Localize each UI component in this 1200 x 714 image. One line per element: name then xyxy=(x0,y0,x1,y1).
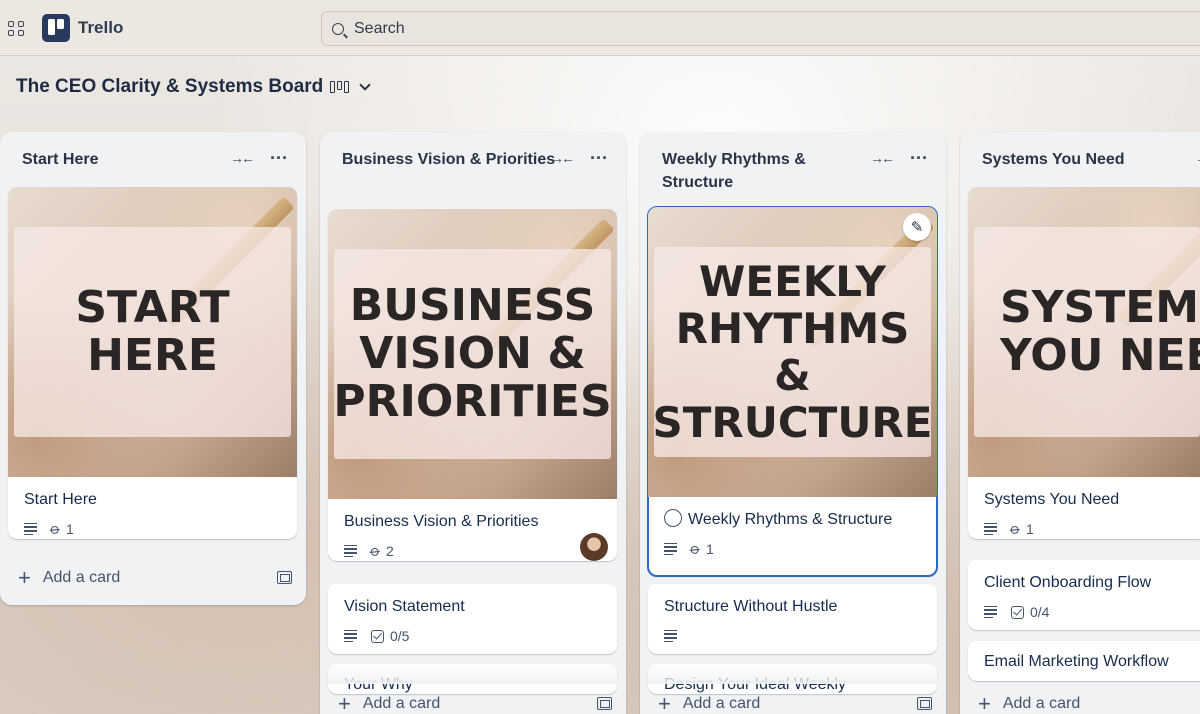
chevron-down-icon xyxy=(359,78,371,91)
cover-text: WEEKLY RHYTHMS & STRUCTURE xyxy=(652,257,933,447)
card-systems-you-need[interactable]: SYSTEMS YOU NEED Systems You Need ⌀1 xyxy=(968,187,1200,539)
card-cover-image: START HERE xyxy=(8,187,297,477)
edit-card-icon[interactable]: ✎ xyxy=(903,213,931,241)
description-icon xyxy=(664,629,677,643)
attachment-icon: ⌀ xyxy=(46,519,65,539)
plus-icon: + xyxy=(658,691,671,714)
card-business-vision[interactable]: BUSINESS VISION & PRIORITIES Business Vi… xyxy=(328,209,617,561)
description-icon xyxy=(984,522,997,536)
card-structure-without-hustle[interactable]: Structure Without Hustle xyxy=(648,584,937,654)
description-icon xyxy=(344,629,357,643)
attachment-count: 1 xyxy=(66,521,74,537)
search-placeholder: Search xyxy=(354,19,405,37)
card-title: Weekly Rhythms & Structure xyxy=(664,509,921,531)
trello-logo[interactable]: Trello xyxy=(42,14,123,42)
add-card-label: Add a card xyxy=(682,695,761,712)
attachment-count: 2 xyxy=(386,543,394,559)
collapse-list-icon[interactable]: → xyxy=(1195,150,1200,166)
cover-text: SYSTEMS YOU NEED xyxy=(1000,282,1200,381)
add-card-button[interactable]: + Add a card xyxy=(648,688,938,714)
list-weekly-rhythms: Weekly Rhythms & Structure →← ··· WEEKLY… xyxy=(640,132,946,714)
card-start-here[interactable]: START HERE Start Here ⌀ 1 xyxy=(8,187,297,539)
card-client-onboarding[interactable]: Client Onboarding Flow 0/4 xyxy=(968,560,1200,630)
create-from-template-icon[interactable] xyxy=(277,571,292,584)
card-cover-image: WEEKLY RHYTHMS & STRUCTURE ✎ xyxy=(648,207,937,497)
search-icon xyxy=(332,22,344,35)
attachment-icon: ⌀ xyxy=(686,539,705,559)
card-title-text: Weekly Rhythms & Structure xyxy=(688,511,893,528)
attachment-count: 1 xyxy=(706,541,714,557)
card-title: Systems You Need xyxy=(984,491,1120,508)
attachment-icon: ⌀ xyxy=(1006,519,1025,539)
card-title: Email Marketing Workflow xyxy=(984,653,1169,670)
plus-icon: + xyxy=(338,691,351,714)
list-menu-icon[interactable]: ··· xyxy=(590,149,608,167)
add-card-label: Add a card xyxy=(42,569,121,586)
complete-toggle-icon[interactable] xyxy=(664,509,682,527)
create-from-template-icon[interactable] xyxy=(597,697,612,710)
create-from-template-icon[interactable] xyxy=(917,697,932,710)
description-icon xyxy=(984,605,997,619)
list-title[interactable]: Systems You Need xyxy=(960,132,1200,171)
list-systems-you-need: Systems You Need → SYSTEMS YOU NEED Syst… xyxy=(960,132,1200,714)
add-card-button[interactable]: + Add a card xyxy=(968,688,1200,714)
card-title: Business Vision & Priorities xyxy=(344,513,539,530)
trello-logo-icon xyxy=(42,14,70,42)
card-cover-image: BUSINESS VISION & PRIORITIES xyxy=(328,209,617,499)
add-card-label: Add a card xyxy=(1002,695,1081,712)
attachment-count: 1 xyxy=(1026,521,1034,537)
attachment-icon: ⌀ xyxy=(366,541,385,561)
card-weekly-rhythms[interactable]: WEEKLY RHYTHMS & STRUCTURE ✎ Weekly Rhyt… xyxy=(647,206,938,577)
card-email-marketing[interactable]: Email Marketing Workflow xyxy=(968,641,1200,681)
card-vision-statement[interactable]: Vision Statement 0/5 xyxy=(328,584,617,654)
checklist-count: 0/5 xyxy=(390,628,410,644)
cover-text: BUSINESS VISION & PRIORITIES xyxy=(333,280,612,427)
collapse-list-icon[interactable]: →← xyxy=(230,150,255,166)
plus-icon: + xyxy=(978,691,991,714)
card-title: Vision Statement xyxy=(344,598,465,615)
checklist-count: 0/4 xyxy=(1030,604,1050,620)
search-input[interactable]: Search xyxy=(321,11,1200,46)
board-view-switcher[interactable] xyxy=(330,76,371,98)
board-view-icon xyxy=(330,81,349,93)
list-start-here: Start Here →← ··· START HERE Start Here … xyxy=(0,132,306,605)
list-menu-icon[interactable]: ··· xyxy=(270,149,288,167)
cover-text: START HERE xyxy=(75,282,230,381)
card-title: Structure Without Hustle xyxy=(664,598,838,615)
add-card-button[interactable]: + Add a card xyxy=(328,688,618,714)
description-icon xyxy=(664,542,677,556)
add-card-button[interactable]: + Add a card xyxy=(8,562,298,594)
description-icon xyxy=(344,544,357,558)
plus-icon: + xyxy=(18,565,31,590)
member-avatar[interactable] xyxy=(580,533,608,561)
app-name: Trello xyxy=(78,18,124,37)
board-title[interactable]: The CEO Clarity & Systems Board xyxy=(16,76,323,98)
card-title: Client Onboarding Flow xyxy=(984,574,1152,591)
checklist-icon xyxy=(371,629,384,643)
checklist-icon xyxy=(1011,605,1024,619)
top-nav-bar: Trello Search xyxy=(0,0,1200,56)
list-business-vision: Business Vision & Priorities →← ··· BUSI… xyxy=(320,132,626,714)
collapse-list-icon[interactable]: →← xyxy=(870,150,895,166)
app-switcher-icon[interactable] xyxy=(4,17,28,39)
collapse-list-icon[interactable]: →← xyxy=(550,150,575,166)
description-icon xyxy=(24,522,37,536)
card-title: Start Here xyxy=(24,491,97,508)
list-menu-icon[interactable]: ··· xyxy=(910,149,928,167)
card-cover-image: SYSTEMS YOU NEED xyxy=(968,187,1200,477)
add-card-label: Add a card xyxy=(362,695,441,712)
